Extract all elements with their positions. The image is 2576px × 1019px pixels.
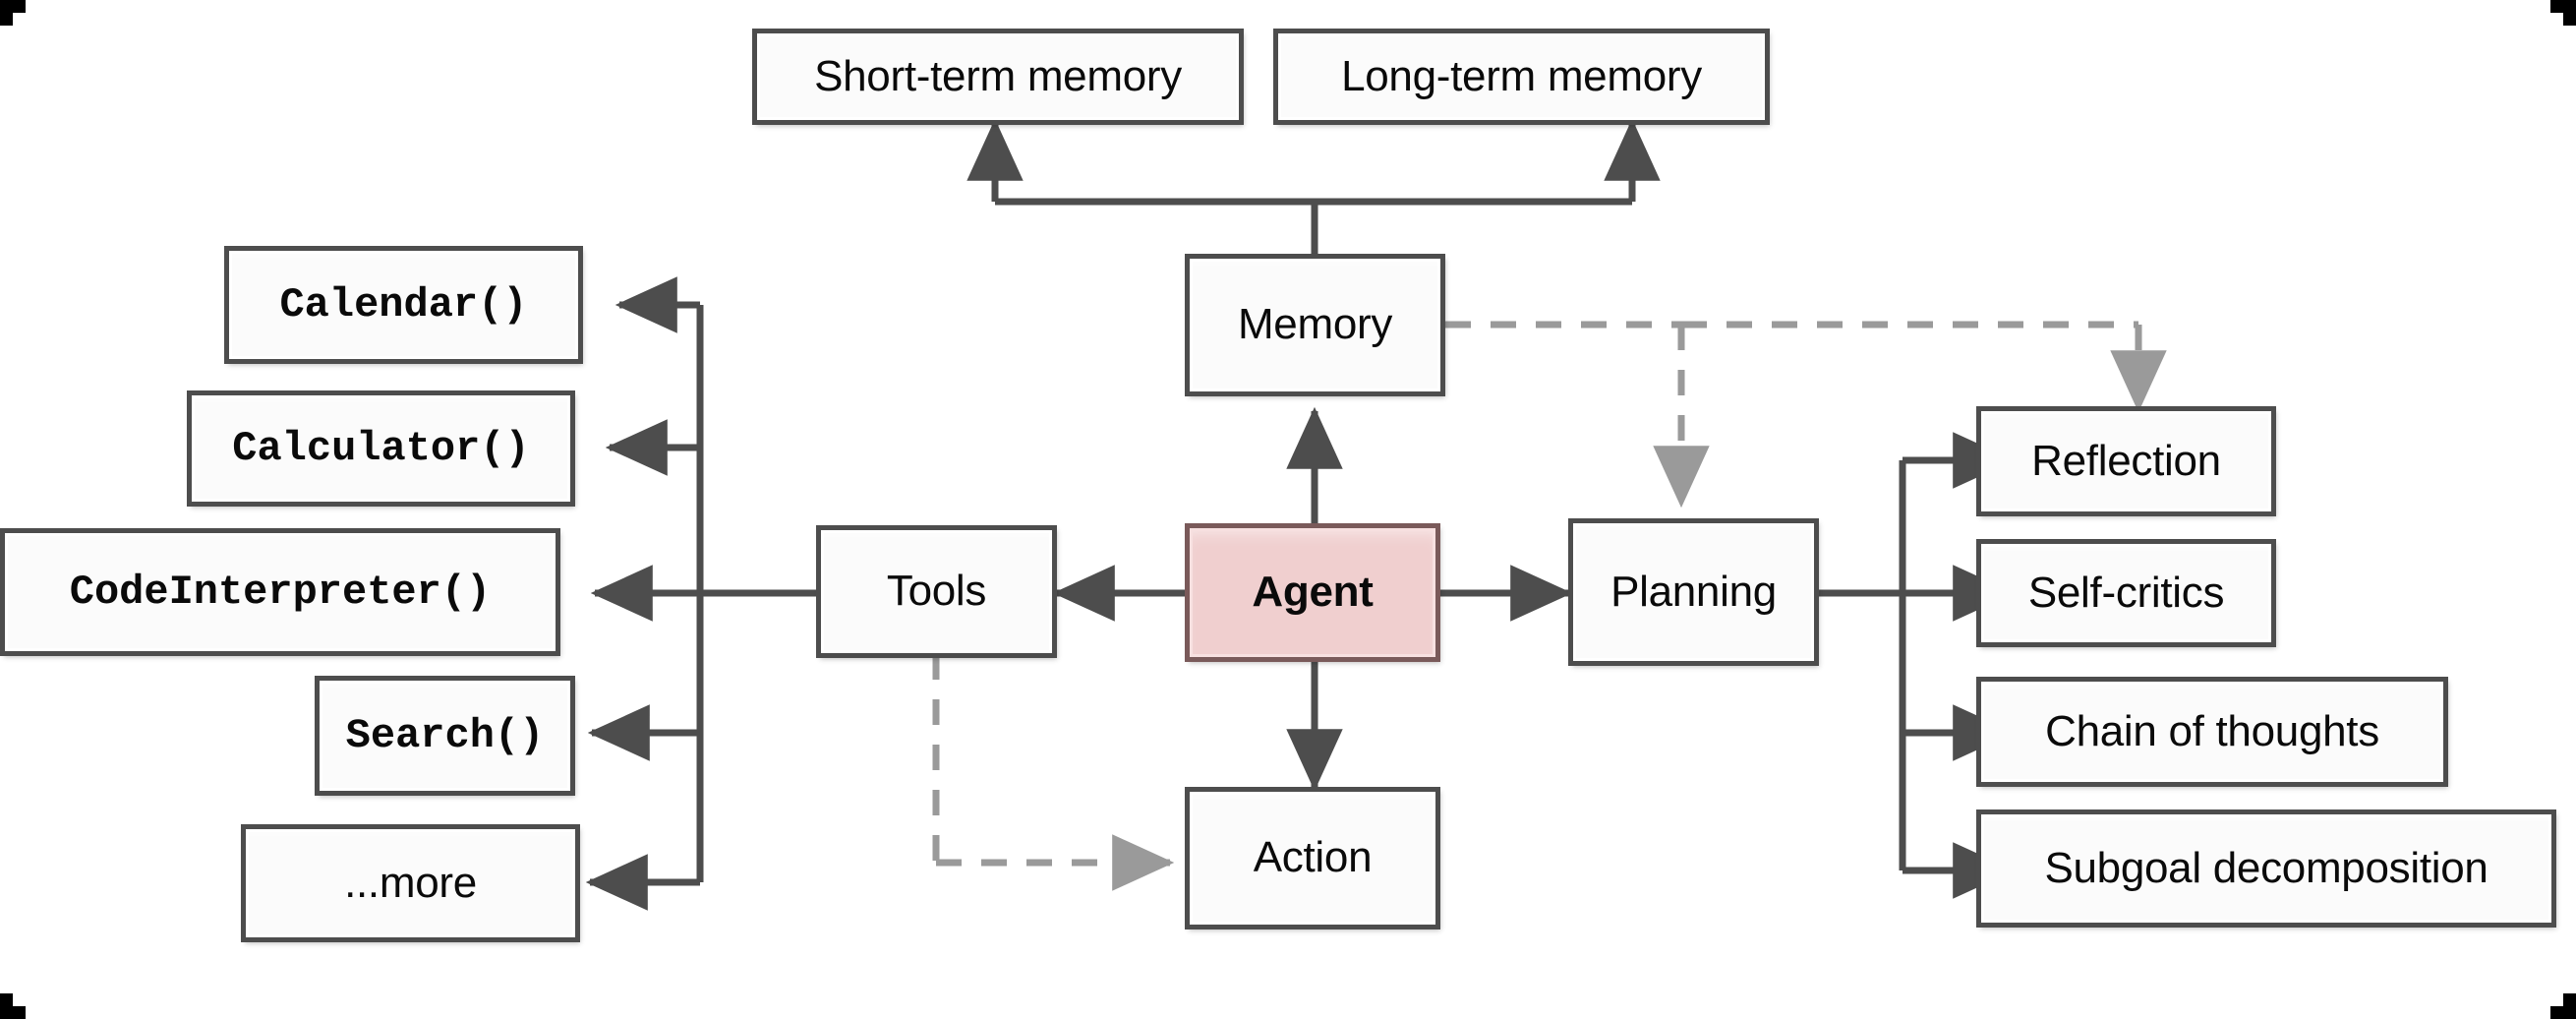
node-planning-self-critics-label: Self-critics — [2027, 568, 2225, 617]
node-planning-chain-of-thoughts[interactable]: Chain of thoughts — [1976, 677, 2448, 787]
node-long-term-memory[interactable]: Long-term memory — [1273, 29, 1770, 125]
node-planning[interactable]: Planning — [1568, 518, 1819, 666]
node-agent-label: Agent — [1252, 568, 1374, 617]
node-tool-calculator[interactable]: Calculator() — [187, 390, 575, 507]
node-tool-more-label: ...more — [344, 858, 477, 907]
node-planning-subgoal-decomposition-label: Subgoal decomposition — [2044, 843, 2488, 892]
node-planning-self-critics[interactable]: Self-critics — [1976, 539, 2276, 647]
node-planning-label: Planning — [1610, 567, 1777, 616]
node-tool-calendar-label: Calendar() — [279, 280, 528, 329]
node-planning-chain-of-thoughts-label: Chain of thoughts — [2045, 706, 2379, 755]
crop-mark-top-left-icon — [0, 0, 26, 26]
node-planning-reflection[interactable]: Reflection — [1976, 406, 2276, 516]
node-action[interactable]: Action — [1185, 787, 1440, 929]
dashed-edges: Planning (dashed, branch down) --> Refle… — [932, 321, 2167, 891]
node-tool-calendar[interactable]: Calendar() — [224, 246, 583, 364]
node-planning-reflection-label: Reflection — [2031, 436, 2221, 485]
node-short-term-memory-label: Short-term memory — [814, 51, 1182, 100]
crop-mark-top-right-icon — [2550, 0, 2576, 26]
node-memory[interactable]: Memory — [1185, 254, 1445, 396]
node-action-label: Action — [1253, 833, 1373, 882]
node-planning-subgoal-decomposition[interactable]: Subgoal decomposition — [1976, 809, 2556, 928]
node-tools-label: Tools — [886, 567, 987, 616]
crop-mark-bottom-left-icon — [0, 993, 26, 1019]
node-memory-label: Memory — [1237, 300, 1393, 349]
crop-mark-bottom-right-icon — [2550, 993, 2576, 1019]
diagram-canvas: Planning (dashed, branch down) --> Refle… — [0, 0, 2576, 1019]
node-agent[interactable]: Agent — [1185, 523, 1440, 662]
node-long-term-memory-label: Long-term memory — [1341, 51, 1702, 100]
node-tool-more[interactable]: ...more — [241, 824, 580, 942]
node-short-term-memory[interactable]: Short-term memory — [752, 29, 1244, 125]
node-tool-code-interpreter-label: CodeInterpreter() — [69, 568, 492, 616]
node-tools[interactable]: Tools — [816, 525, 1057, 658]
node-tool-code-interpreter[interactable]: CodeInterpreter() — [0, 528, 560, 656]
solid-edges — [585, 118, 2016, 911]
node-tool-calculator-label: Calculator() — [232, 424, 530, 472]
node-tool-search[interactable]: Search() — [315, 676, 575, 796]
node-tool-search-label: Search() — [345, 711, 545, 759]
